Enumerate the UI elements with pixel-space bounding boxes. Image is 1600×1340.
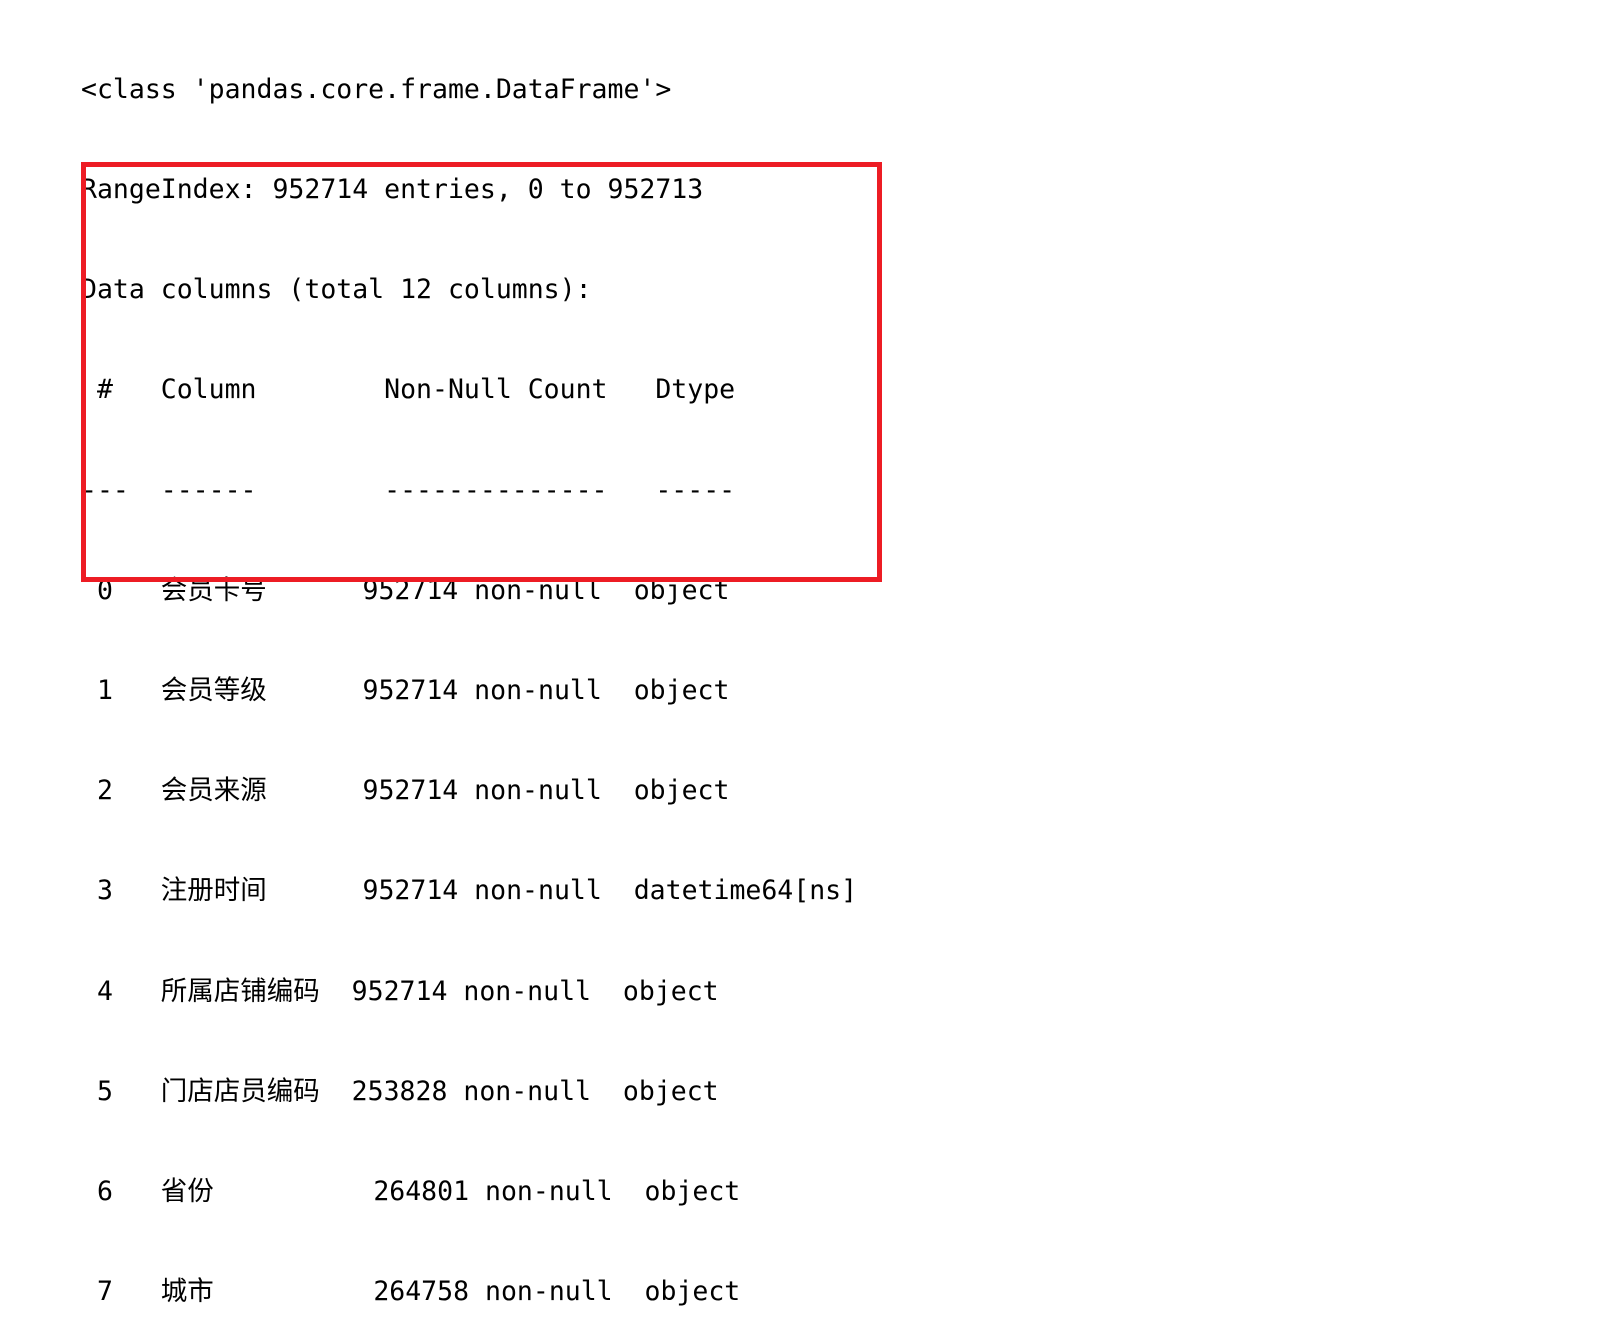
table-row: 1 会员等级 952714 non-null object	[81, 675, 730, 707]
table-row: 3 注册时间 952714 non-null datetime64[ns]	[81, 875, 858, 907]
table-header-row: # Column Non-Null Count Dtype	[81, 374, 736, 406]
dataframe-info-output: <class 'pandas.core.frame.DataFrame'> Ra…	[81, 6, 863, 1340]
table-rule-row: --- ------ -------------- -----	[81, 474, 736, 506]
class-line: <class 'pandas.core.frame.DataFrame'>	[81, 73, 672, 105]
table-row: 2 会员来源 952714 non-null object	[81, 775, 730, 807]
data-columns-line: Data columns (total 12 columns):	[81, 274, 592, 306]
table-row: 7 城市 264758 non-null object	[81, 1276, 741, 1308]
table-row: 4 所属店铺编码 952714 non-null object	[81, 975, 719, 1007]
table-row: 6 省份 264801 non-null object	[81, 1176, 741, 1208]
table-row: 0 会员卡号 952714 non-null object	[81, 574, 730, 606]
rangeindex-line: RangeIndex: 952714 entries, 0 to 952713	[81, 174, 704, 206]
table-row: 5 门店店员编码 253828 non-null object	[81, 1075, 719, 1107]
